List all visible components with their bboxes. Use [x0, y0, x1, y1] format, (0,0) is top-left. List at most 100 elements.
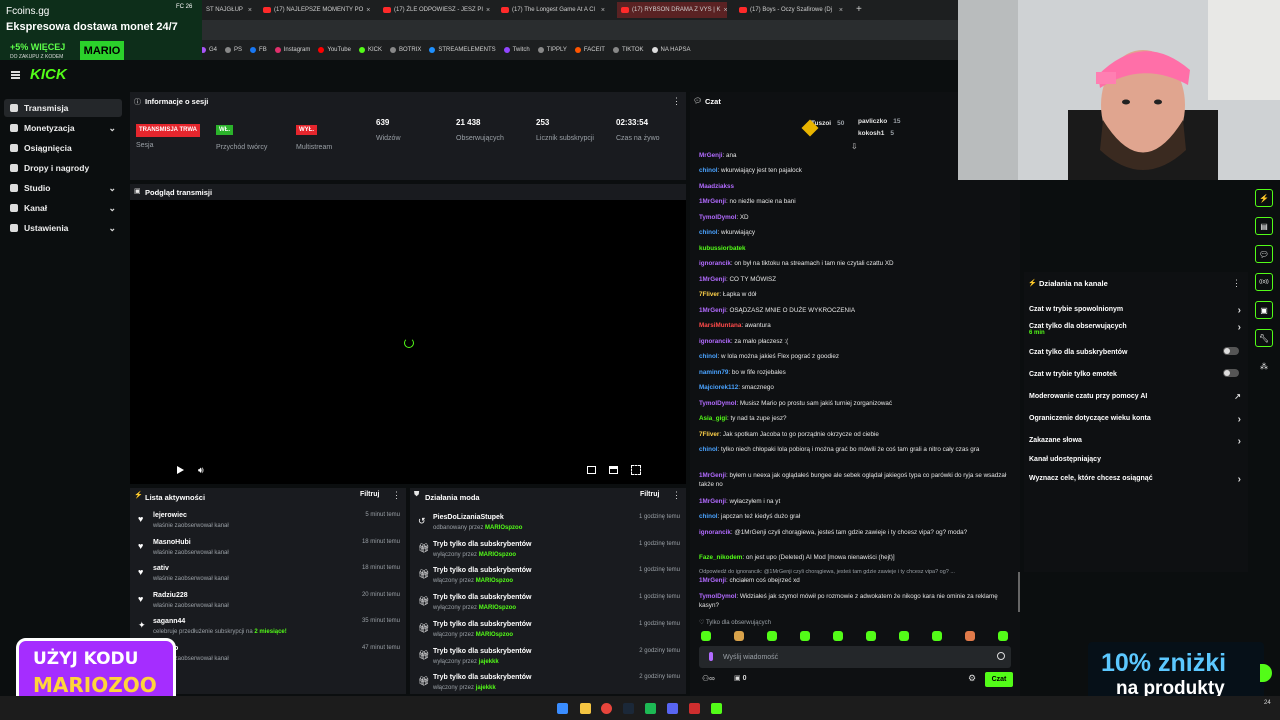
fullscreen-icon[interactable] [631, 465, 641, 475]
chat-icon[interactable]: 💬︎ [1255, 245, 1273, 263]
bookmark-item[interactable]: STREAMELEMENTS [429, 47, 496, 53]
mod-action-row[interactable]: 🎁︎ Tryb tylko dla subskrybentów włączony p… [418, 619, 680, 645]
activity-row[interactable]: ♥ MasnoHubi właśnie zaobserwował kanał 18 m… [138, 537, 400, 563]
chat-username[interactable]: 1MrGenji [699, 577, 726, 584]
discord-icon[interactable] [667, 703, 678, 714]
broadcast-icon[interactable]: ((o)) [1255, 273, 1273, 291]
activity-row[interactable]: ♥Aspzoowłaśnie zaobserwował kanał47 minu… [138, 643, 400, 669]
list-icon[interactable]: ▤ [1255, 217, 1273, 235]
emoji-icon[interactable] [997, 652, 1005, 660]
mod-action-row[interactable]: 🎁︎ Tryb tylko dla subskrybentów wyłączony … [418, 592, 680, 618]
activity-row[interactable]: ♥ Radziu228 właśnie zaobserwował kanał 20 m… [138, 590, 400, 616]
channel-action-item[interactable]: Ograniczenie dotyczące wieku konta › [1029, 414, 1241, 425]
sidebar-item[interactable]: Monetyzacja ⌄ [4, 119, 122, 137]
emote-icon[interactable] [932, 631, 942, 641]
browser-tab[interactable]: ST NAJGŁUP × [202, 2, 256, 18]
chrome-icon[interactable] [601, 703, 612, 714]
chat-username[interactable]: 1MrGenji [699, 276, 726, 283]
close-tab-icon[interactable]: × [366, 7, 370, 14]
chat-settings-gear-icon[interactable]: ⚙ [968, 673, 976, 684]
channel-action-item[interactable]: Zakazane słowa › [1029, 436, 1241, 447]
spotify-icon[interactable] [645, 703, 656, 714]
channel-actions-menu-icon[interactable]: ⋮ [1232, 278, 1241, 289]
chat-username[interactable]: Maadziakss [699, 183, 734, 190]
chat-username[interactable]: kubussiorbatek [699, 245, 746, 252]
bookmark-item[interactable]: YouTube [318, 47, 351, 53]
bookmark-item[interactable]: BOTRIX [389, 47, 421, 53]
toggle-switch[interactable] [1223, 369, 1239, 377]
bookmark-item[interactable]: G4 [200, 47, 217, 53]
bookmark-item[interactable]: FB [250, 47, 267, 53]
hamburger-menu-icon[interactable] [11, 71, 20, 79]
browser-tab[interactable]: (17) The Longest Game At A Cl × [497, 2, 609, 18]
chat-username[interactable]: TymolDymol [699, 400, 736, 407]
stream-preview[interactable]: 🔊︎ [130, 200, 686, 484]
channel-action-item[interactable]: Kanał udostępniający [1029, 456, 1241, 463]
emote-icon[interactable] [899, 631, 909, 641]
wrench-icon[interactable]: 🔧︎ [1255, 329, 1273, 347]
activity-row[interactable]: ♥ sativ właśnie zaobserwował kanał 18 minut… [138, 563, 400, 589]
lightning-icon[interactable]: ⚡ [1255, 189, 1273, 207]
chat-send-button[interactable]: Czat [985, 672, 1013, 687]
chat-username[interactable]: ignorancik [699, 529, 731, 536]
sidebar-item[interactable]: Transmisja [4, 99, 122, 117]
chat-username[interactable]: Majciorek112 [699, 384, 738, 391]
sidebar-item[interactable]: Ustawienia ⌄ [4, 219, 122, 237]
chat-username[interactable]: Asia_gigi [699, 415, 727, 422]
mod-menu-icon[interactable]: ⋮ [672, 490, 681, 501]
mod-action-row[interactable]: 🎁︎ Tryb tylko dla subskrybentów wyłączony … [418, 539, 680, 565]
channel-action-item[interactable]: Wyznacz cele, które chcesz osiągnąć › [1029, 474, 1241, 485]
chat-username[interactable]: ignorancik [699, 338, 731, 345]
chat-username[interactable]: ignorancik [699, 260, 731, 267]
steam-icon[interactable] [623, 703, 634, 714]
sidebar-item[interactable]: Studio ⌄ [4, 179, 122, 197]
mod-action-row[interactable]: 🎁︎ Tryb tylko dla subskrybentów wyłączony … [418, 646, 680, 672]
close-tab-icon[interactable]: × [248, 7, 252, 14]
chat-username[interactable]: chinol [699, 446, 718, 453]
chat-message-input[interactable]: Wyślij wiadomość [699, 646, 1011, 668]
bookmark-item[interactable]: KICK [358, 47, 382, 53]
chat-username[interactable]: chinol [699, 513, 718, 520]
bookmark-item[interactable]: Twitch [503, 47, 530, 53]
mod-filter-button[interactable]: Filtruj [640, 491, 659, 498]
users-icon[interactable]: ⁂ [1255, 357, 1273, 375]
chat-username[interactable]: 7Fliver [699, 291, 719, 298]
chat-username[interactable]: 7Fliver [699, 431, 719, 438]
pip-icon[interactable] [587, 466, 596, 474]
emote-icon[interactable] [701, 631, 711, 641]
channel-action-item[interactable]: Czat w trybie tylko emotek [1029, 369, 1241, 378]
browser-tab[interactable]: (17) Boys - Oczy Szafirowe (Dj × [735, 2, 847, 18]
kick-logo[interactable]: KICK [30, 66, 67, 83]
emote-icon[interactable] [998, 631, 1008, 641]
channel-action-item[interactable]: Moderowanie czatu przy pomocy AI ↗ [1029, 392, 1241, 401]
close-tab-icon[interactable]: × [601, 7, 605, 14]
toggle-switch[interactable] [1223, 347, 1239, 355]
screen-icon[interactable]: ▣ [1255, 301, 1273, 319]
browser-tab[interactable]: (17) ŻLE ODPOWIESZ - JESZ PI × [379, 2, 491, 18]
chat-username[interactable]: naminn79 [699, 369, 728, 376]
sidebar-item[interactable]: Dropy i nagrody [4, 159, 122, 177]
chat-username[interactable]: Faze_nikodem [699, 554, 742, 561]
start-icon[interactable] [557, 703, 568, 714]
chat-username[interactable]: 1MrGenji [699, 472, 726, 479]
new-tab-button[interactable]: + [856, 4, 862, 15]
chat-scrollbar[interactable] [1018, 572, 1020, 612]
chat-username[interactable]: chinol [699, 167, 718, 174]
chat-username[interactable]: 1MrGenji [699, 498, 726, 505]
volume-icon[interactable]: 🔊︎ [198, 465, 204, 476]
bookmark-item[interactable]: Instagram [274, 47, 310, 53]
emote-icon[interactable] [866, 631, 876, 641]
bookmark-item[interactable]: PS [225, 47, 242, 53]
activity-row[interactable]: ♥ lejerowiec właśnie zaobserwował kanał 5 m… [138, 510, 400, 536]
channel-action-item[interactable]: Czat tylko dla obserwujących 6 min › [1029, 322, 1241, 336]
chat-username[interactable]: MarsiMuntana [699, 322, 741, 329]
explorer-icon[interactable] [580, 703, 591, 714]
chat-username[interactable]: TymolDymol [699, 214, 736, 221]
emote-icon[interactable] [965, 631, 975, 641]
bookmark-item[interactable]: TIPPLY [537, 47, 567, 53]
theatre-icon[interactable] [609, 466, 618, 474]
activity-menu-icon[interactable]: ⋮ [392, 490, 401, 501]
channel-action-item[interactable]: Czat w trybie spowolnionym › [1029, 305, 1241, 316]
mod-action-row[interactable]: 🎁︎ Tryb tylko dla subskrybentów włączony p… [418, 672, 680, 698]
chat-username[interactable]: chinol [699, 229, 718, 236]
